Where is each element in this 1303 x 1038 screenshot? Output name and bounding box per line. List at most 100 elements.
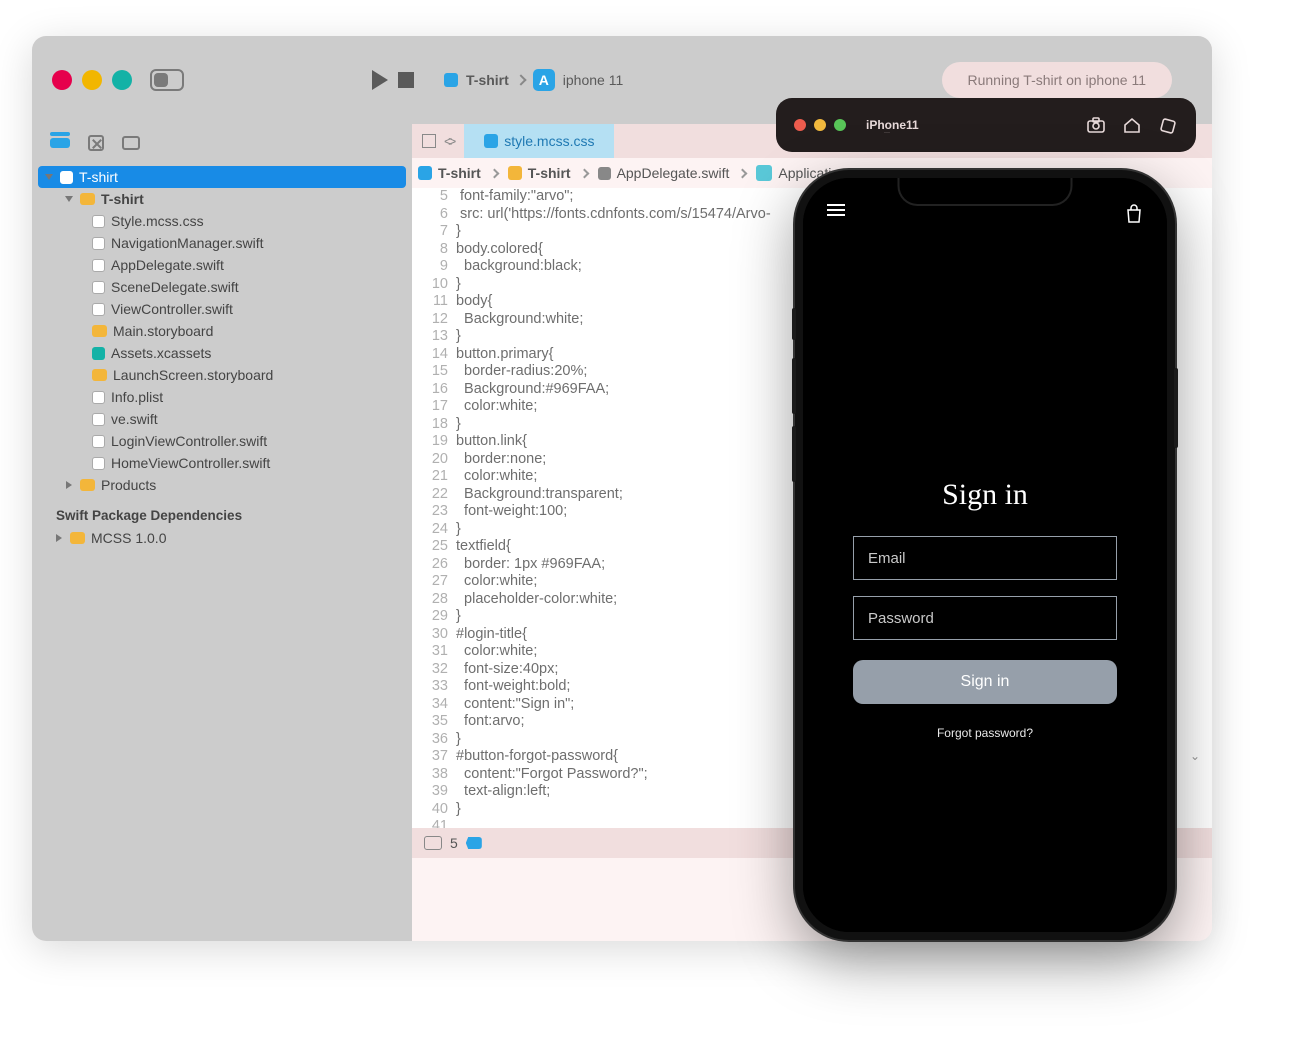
iphone-screen: Sign in Email Password Sign in Forgot pa… [803,178,1167,932]
issue-count: 5 [450,835,458,851]
tree-file[interactable]: Style.mcss.css [32,210,412,232]
crumb-b: T-shirt [528,165,571,181]
iphone-simulator: Sign in Email Password Sign in Forgot pa… [795,170,1175,940]
navigator-tabs [32,124,412,162]
tree-file[interactable]: Main.storyboard [32,320,412,342]
file-icon [92,457,105,470]
file-icon [92,435,105,448]
products-label: Products [101,477,156,493]
sim-toolbar-icons [1086,116,1178,134]
password-field[interactable]: Password [853,596,1117,640]
crumb-a: T-shirt [438,165,481,181]
email-placeholder: Email [868,550,906,567]
sim-title: iPhone11 [866,118,919,132]
symbols-navigator-icon[interactable] [122,136,140,150]
sim-traffic-lights [794,119,846,131]
tree-file-label: SceneDelegate.swift [111,279,239,295]
tree-group[interactable]: T-shirt [32,188,412,210]
file-icon [484,134,498,148]
file-icon [92,325,107,337]
tree-file-label: ViewController.swift [111,301,233,317]
source-control-icon[interactable] [88,135,104,151]
signin-form: Sign in Email Password Sign in Forgot pa… [803,478,1167,740]
window-traffic-lights [52,70,132,90]
iphone-notch [898,178,1073,206]
tree-file[interactable]: SceneDelegate.swift [32,276,412,298]
screenshot-icon[interactable] [1086,116,1106,134]
tree-file[interactable]: Info.plist [32,386,412,408]
project-navigator-icon[interactable] [50,138,70,148]
tree-file[interactable]: ViewController.swift [32,298,412,320]
deps-header: Swift Package Dependencies [32,496,412,527]
file-icon [92,347,105,360]
navigator-sidebar: T-shirt T-shirt Style.mcss.css Navigation… [32,124,412,941]
tree-file-label: Assets.xcassets [111,345,211,361]
tree-dependency[interactable]: MCSS 1.0.0 [32,527,412,549]
tree-file[interactable]: AppDelegate.swift [32,254,412,276]
chevron-right-icon [515,74,526,85]
tree-file[interactable]: NavigationManager.swift [32,232,412,254]
tree-file-label: NavigationManager.swift [111,235,264,251]
file-icon [92,237,105,250]
crumb-c: AppDelegate.swift [617,165,730,181]
rotate-icon[interactable] [1158,116,1178,134]
email-field[interactable]: Email [853,536,1117,580]
method-icon [756,165,772,181]
tree-file-label: AppDelegate.swift [111,257,224,273]
tree-file[interactable]: LaunchScreen.storyboard [32,364,412,386]
editor-tab[interactable]: style.mcss.css [464,124,614,158]
stop-button[interactable] [398,72,414,88]
sim-subtitle: ··· [884,130,890,136]
folder-icon [508,166,522,180]
sim-minimize-button[interactable] [814,119,826,131]
shopping-bag-icon[interactable] [1125,204,1143,229]
tree-file[interactable]: Assets.xcassets [32,342,412,364]
tag-icon[interactable] [466,837,482,849]
drawer-icon[interactable] [424,836,442,850]
chevron-right-icon [579,168,589,178]
tree-file[interactable]: ve.swift [32,408,412,430]
forgot-password-label: Forgot password? [937,726,1033,740]
app-icon: A [533,69,555,91]
signin-button[interactable]: Sign in [853,660,1117,704]
chevron-right-icon [489,168,499,178]
forgot-password-link[interactable]: Forgot password? [937,726,1033,740]
tree-group-label: T-shirt [101,191,144,207]
run-controls [372,70,414,90]
file-icon [92,281,105,294]
tree-file-label: LaunchScreen.storyboard [113,367,273,383]
close-window-button[interactable] [52,70,72,90]
minimize-window-button[interactable] [82,70,102,90]
sim-close-button[interactable] [794,119,806,131]
tree-root[interactable]: T-shirt [38,166,406,188]
tree-file-label: ve.swift [111,411,158,427]
related-items-icon[interactable] [422,134,436,148]
file-tree: T-shirt T-shirt Style.mcss.css Navigation… [32,162,412,549]
file-icon [92,369,107,381]
run-button[interactable] [372,70,388,90]
scheme-selector[interactable]: T-shirt A iphone 11 [444,69,623,91]
sidebar-toggle[interactable] [150,69,184,91]
password-placeholder: Password [868,610,934,627]
editor-back-forward[interactable]: < > [444,133,452,149]
home-icon[interactable] [1122,116,1142,134]
chevron-right-icon [738,168,748,178]
dep-label: MCSS 1.0.0 [91,530,166,546]
scheme-name: T-shirt [466,72,509,88]
zoom-window-button[interactable] [112,70,132,90]
target-icon [444,73,458,87]
signin-button-label: Sign in [961,673,1010,691]
sim-zoom-button[interactable] [834,119,846,131]
tree-products[interactable]: Products [32,474,412,496]
fold-chevron-icon[interactable]: ⌄ [1190,748,1200,766]
file-icon [92,215,105,228]
tree-file[interactable]: HomeViewController.swift [32,452,412,474]
tree-file-label: LoginViewController.swift [111,433,267,449]
build-status: Running T-shirt on iphone 11 [942,62,1173,98]
editor-tab-label: style.mcss.css [504,133,594,149]
hamburger-menu-icon[interactable] [827,204,845,229]
simulator-titlebar: iPhone11 ··· [776,98,1196,152]
tree-file[interactable]: LoginViewController.swift [32,430,412,452]
file-icon [92,303,105,316]
tree-file-label: Style.mcss.css [111,213,204,229]
